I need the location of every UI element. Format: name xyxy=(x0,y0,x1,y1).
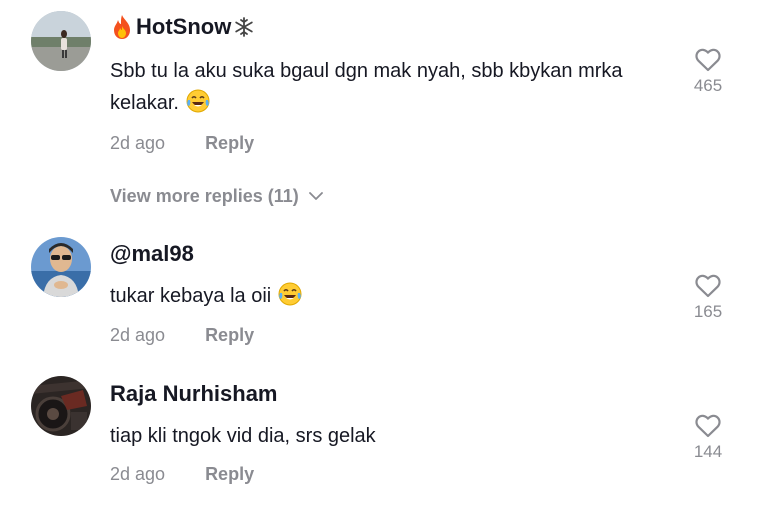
like-button[interactable]: 465 xyxy=(686,48,730,96)
comment-time: 2d ago xyxy=(110,464,166,484)
comment-meta: 2d ago Reply xyxy=(110,133,254,154)
comment-meta: 2d ago Reply xyxy=(110,464,254,485)
view-more-replies-button[interactable]: View more replies (11) xyxy=(110,186,323,207)
comment-text: tukar kebaya la oii xyxy=(110,280,670,312)
reply-button[interactable]: Reply xyxy=(205,464,254,484)
tears-of-joy-emoji-icon xyxy=(278,282,302,306)
comment-text: Sbb tu la aku suka bgaul dgn mak nyah, s… xyxy=(110,55,670,119)
comment-time: 2d ago xyxy=(110,325,166,345)
tears-of-joy-emoji-icon xyxy=(186,89,209,113)
view-more-replies-label: View more replies (11) xyxy=(110,186,299,206)
username-text: Raja Nurhisham xyxy=(110,381,278,406)
username[interactable]: HotSnow xyxy=(110,14,255,40)
username[interactable]: Raja Nurhisham xyxy=(110,381,278,407)
comment-time: 2d ago xyxy=(110,133,166,153)
chevron-down-icon xyxy=(308,192,323,200)
heart-icon xyxy=(695,414,721,438)
heart-icon xyxy=(695,48,721,72)
like-button[interactable]: 144 xyxy=(686,414,730,462)
comment-meta: 2d ago Reply xyxy=(110,325,254,346)
avatar[interactable] xyxy=(31,376,91,436)
heart-icon xyxy=(695,274,721,298)
username[interactable]: @mal98 xyxy=(110,241,194,267)
comment-text: tiap kli tngok vid dia, srs gelak xyxy=(110,420,670,452)
username-text: HotSnow xyxy=(136,14,232,39)
snowflake-emoji-icon xyxy=(235,17,254,37)
avatar[interactable] xyxy=(31,11,91,71)
like-count: 144 xyxy=(693,442,723,461)
reply-button[interactable]: Reply xyxy=(205,325,254,345)
like-button[interactable]: 165 xyxy=(686,274,730,322)
like-count: 465 xyxy=(693,76,723,95)
reply-button[interactable]: Reply xyxy=(205,133,254,153)
comment-text-content: tiap kli tngok vid dia, srs gelak xyxy=(110,425,376,447)
comment-text-content: tukar kebaya la oii xyxy=(110,285,272,307)
username-text: @mal98 xyxy=(110,241,194,266)
fire-emoji-icon xyxy=(114,15,130,39)
like-count: 165 xyxy=(693,302,723,321)
avatar[interactable] xyxy=(31,237,91,297)
